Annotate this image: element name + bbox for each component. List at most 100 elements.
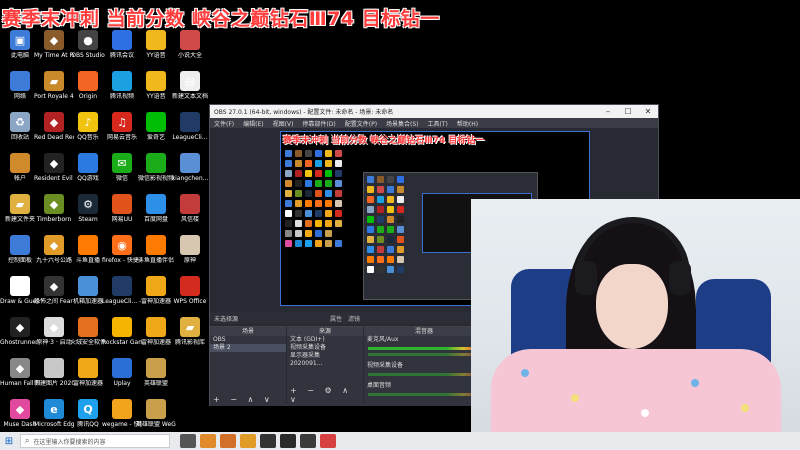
desktop-icon[interactable]: ◆ 原神·3 · 启动 [36, 317, 72, 346]
app-icon[interactable] [300, 434, 316, 448]
desktop-icon[interactable]: 火绒安全软件 [70, 317, 106, 346]
desktop-icon[interactable]: ▰ 腾讯影视库 [172, 317, 208, 346]
desktop-icon[interactable]: ▰ 新建文件夹 [2, 194, 38, 223]
desktop-icon[interactable]: LeagueCli... [172, 112, 208, 141]
desktop-icon[interactable]: ⚙ Steam [70, 194, 106, 223]
desktop-icon[interactable]: ▰Port Royale 4 Soundtr... [34, 71, 74, 100]
task-view-icon[interactable] [180, 434, 196, 448]
desktop-icon-label: 风信楼 [180, 216, 199, 223]
nested-desktop-icons [367, 176, 404, 273]
obs-menu-item[interactable]: 文件(F) [214, 119, 234, 128]
desktop-icon[interactable]: YY语音 [138, 71, 174, 100]
desktop-icon[interactable]: ♻ 回收站 [2, 112, 38, 141]
source-item[interactable]: 2020091... [287, 360, 363, 368]
desktop-icon[interactable]: 雷神加速器 [138, 317, 174, 346]
filters-button[interactable]: 滤镜 [348, 314, 360, 323]
obs-menu-item[interactable]: 场景集合(S) [386, 119, 419, 128]
mini-desktop-icon [377, 246, 384, 253]
obs-menu-item[interactable]: 视图(V) [273, 119, 294, 128]
source-item[interactable]: 显示器采集 [287, 352, 363, 360]
desktop-icon[interactable]: ◆ 九十六号公路 [36, 235, 72, 264]
taskbar-search-box[interactable]: ⌕ 在这里输入你要搜索的内容 [20, 434, 170, 448]
app-icon[interactable] [280, 434, 296, 448]
desktop-icon[interactable]: 斗鱼直播 [70, 235, 106, 264]
obs-menu-item[interactable]: 配置文件(P) [345, 119, 377, 128]
mini-desktop-icon [315, 180, 322, 187]
desktop-icon[interactable]: ▣ 此电脑 [2, 30, 38, 59]
windows-start-icon[interactable]: ⊞ [0, 432, 18, 450]
desktop-icon[interactable]: ◉firefox - 快捷方式 [102, 235, 142, 264]
desktop-icon[interactable]: Uplay [104, 358, 140, 387]
desktop-icon[interactable]: 风信楼 [172, 194, 208, 223]
desktop-icon[interactable]: Rockstar Games... [102, 317, 142, 346]
obs-menu-item[interactable]: 工具(T) [428, 119, 448, 128]
folder-icon: ▰ [44, 71, 64, 91]
desktop-icon[interactable]: 雷神加速器 [138, 276, 174, 305]
obs-icon[interactable] [260, 434, 276, 448]
obs-menu-item[interactable]: 停靠部件(D) [302, 119, 335, 128]
desktop-icon[interactable]: YY语音 [138, 30, 174, 59]
desktop-icon[interactable]: WPS Office [172, 276, 208, 305]
desktop-icon[interactable]: ◆Red Dead Redempti... [34, 112, 74, 141]
obs-title-bar[interactable]: OBS 27.0.1 (64-bit, windows) - 配置文件: 未命名… [210, 105, 658, 118]
desktop-icon[interactable]: ♫ 网易云音乐 [104, 112, 140, 141]
app-icon[interactable] [200, 434, 216, 448]
desktop-icon[interactable]: ◆Human Fall Flat [0, 358, 40, 387]
desktop-icon[interactable]: ♪ QQ音乐 [70, 112, 106, 141]
desktop-icon[interactable]: 小说大全 [172, 30, 208, 59]
obs-menu-item[interactable]: 帮助(H) [457, 119, 478, 128]
desktop-icon[interactable]: ● OBS Studio [70, 30, 106, 59]
properties-button[interactable]: 属性 [330, 314, 342, 323]
maximize-icon[interactable]: ☐ [618, 107, 638, 116]
source-item[interactable]: 视频采集设备 [287, 344, 363, 352]
desktop-icon[interactable]: Q 腾讯QQ [70, 399, 106, 428]
source-item[interactable]: 文本 (GDI+) [287, 336, 363, 344]
scene-item[interactable]: 场景 2 [210, 344, 286, 352]
desktop-icon[interactable]: 百度网盘 [138, 194, 174, 223]
obs-menu-item[interactable]: 编辑(E) [243, 119, 263, 128]
desktop-icon[interactable]: 斗鱼直播伴侣 [138, 235, 174, 264]
desktop-icon[interactable]: 腾讯视频 [104, 71, 140, 100]
mixer-header: 混音器 [364, 327, 484, 336]
desktop-icon[interactable]: 微信影视视频 [138, 153, 174, 182]
desktop-icon[interactable]: ◆ Muse Dash [2, 399, 38, 428]
desktop-icon[interactable]: 雷神加速器 [70, 358, 106, 387]
desktop-icon[interactable]: 网易UU [104, 194, 140, 223]
mini-desktop-icon [397, 236, 404, 243]
desktop-icon[interactable]: ◆恐怖之间 Fear surr... [34, 276, 74, 305]
uplay-icon [112, 358, 132, 378]
app-icon[interactable] [240, 434, 256, 448]
desktop-icon[interactable]: 爱奇艺 [138, 112, 174, 141]
desktop-icon[interactable]: 机箱加速器 [70, 276, 106, 305]
scene-controls[interactable]: + − ∧ ∨ [213, 395, 274, 404]
desktop-icon[interactable]: 网络 [2, 71, 38, 100]
desktop-icon[interactable]: ◆Ghostrunner - 快捷方式 [0, 317, 40, 346]
desktop-icon[interactable]: ▤ 新建文本文档 [172, 71, 208, 100]
source-controls[interactable]: + − ⚙ ∧ ∨ [290, 386, 363, 404]
desktop-icon[interactable]: 帐户 [2, 153, 38, 182]
desktop-icon[interactable]: 腾讯会议 [104, 30, 140, 59]
desktop-icon[interactable]: ✉ 微信 [104, 153, 140, 182]
desktop-icon[interactable]: ◆Resident Evil Village [34, 153, 74, 182]
desktop-icon[interactable] [172, 358, 208, 380]
scene-item[interactable]: OBS [210, 336, 286, 344]
minimize-icon[interactable]: – [598, 107, 618, 116]
desktop-icon[interactable]: QQ游戏 [70, 153, 106, 182]
close-icon[interactable]: ✕ [638, 107, 658, 116]
desktop-icon[interactable]: 控制面板 [2, 235, 38, 264]
app-icon[interactable] [320, 434, 336, 448]
desktop-icon[interactable]: 新建图片 20200913... [34, 358, 74, 387]
desktop-icon[interactable]: Origin [70, 71, 106, 100]
desktop-icon[interactable]: LeagueCli... - 快捷方式 [102, 276, 142, 305]
desktop-icon[interactable]: Draw & Guess [0, 276, 40, 305]
desktop-icon[interactable]: ◆My Time At Portia [34, 30, 74, 59]
app-icon[interactable] [220, 434, 236, 448]
desktop-icon[interactable]: wegame - 快捷方式 [102, 399, 142, 428]
desktop-icon[interactable]: xiangchen... [172, 153, 208, 182]
desktop-icon[interactable]: 英雄联盟 WeGame版 [136, 399, 176, 428]
desktop-icon[interactable]: e Microsoft Edge [34, 399, 74, 428]
mini-desktop-icon [305, 190, 312, 197]
desktop-icon[interactable]: 原神 [172, 235, 208, 264]
desktop-icon[interactable]: ◆ Timberborn [36, 194, 72, 223]
desktop-icon[interactable]: 英雄联盟 [138, 358, 174, 387]
